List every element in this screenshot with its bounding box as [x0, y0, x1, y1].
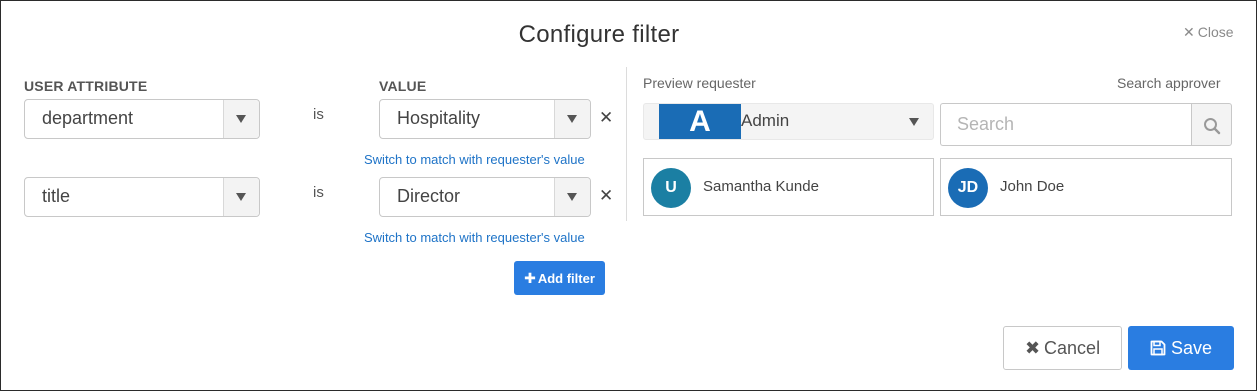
attribute-value-2: title — [42, 186, 71, 206]
search-button[interactable] — [1191, 103, 1232, 146]
dropdown-toggle[interactable] — [223, 100, 259, 138]
search-approver-label: Search approver — [1117, 75, 1221, 91]
approver-avatar: U — [651, 168, 691, 208]
save-label: Save — [1170, 338, 1213, 358]
dropdown-toggle[interactable] — [223, 178, 259, 216]
caret-down-icon — [909, 118, 919, 126]
preview-requester-label: Preview requester — [643, 75, 756, 91]
value-select-1[interactable]: Hospitality — [379, 99, 591, 139]
configure-filter-dialog: Configure filter ✕ Close USER ATTRIBUTE V… — [0, 0, 1257, 391]
plus-icon: ✚ — [524, 270, 536, 286]
search-icon — [1204, 118, 1221, 135]
caret-down-icon — [236, 193, 246, 201]
cancel-button[interactable]: ✖ Cancel — [1003, 326, 1122, 370]
value-header: VALUE — [379, 78, 427, 94]
close-icon: ✖ — [1024, 338, 1041, 358]
remove-filter-1-icon[interactable]: ✕ — [599, 108, 613, 128]
column-divider — [626, 67, 627, 221]
requester-avatar: A — [659, 104, 741, 139]
caret-down-icon — [236, 115, 246, 123]
attribute-value-1: department — [42, 108, 134, 128]
save-icon — [1150, 340, 1166, 356]
close-icon: ✕ — [1183, 24, 1195, 40]
search-approver-input[interactable] — [940, 103, 1192, 146]
remove-filter-2-icon[interactable]: ✕ — [599, 186, 613, 206]
add-filter-button[interactable]: ✚ Add filter — [514, 261, 605, 295]
caret-down-icon — [567, 193, 577, 201]
requester-name: Admin — [741, 111, 790, 130]
requester-select[interactable]: A Admin — [643, 103, 934, 140]
approver-avatar: JD — [948, 168, 988, 208]
close-button[interactable]: ✕ Close — [1183, 24, 1234, 41]
approver-name: Samantha Kunde — [703, 178, 819, 195]
close-label: Close — [1197, 24, 1234, 40]
approver-name: John Doe — [1000, 178, 1065, 195]
dropdown-toggle[interactable] — [554, 178, 590, 216]
dropdown-toggle[interactable] — [554, 100, 590, 138]
cancel-label: Cancel — [1044, 338, 1101, 358]
approver-card[interactable]: JD John Doe — [940, 158, 1232, 216]
operator-label-2: is — [313, 184, 324, 201]
value-value-1: Hospitality — [397, 108, 481, 128]
dialog-title: Configure filter — [518, 21, 680, 48]
value-select-2[interactable]: Director — [379, 177, 591, 217]
operator-label-1: is — [313, 106, 324, 123]
switch-match-link-2[interactable]: Switch to match with requester's value — [364, 230, 585, 245]
attribute-select-2[interactable]: title — [24, 177, 260, 217]
user-attribute-header: USER ATTRIBUTE — [24, 78, 148, 94]
switch-match-link-1[interactable]: Switch to match with requester's value — [364, 152, 585, 167]
caret-down-icon — [567, 115, 577, 123]
add-filter-label: Add filter — [537, 271, 595, 286]
approver-card[interactable]: U Samantha Kunde — [643, 158, 934, 216]
value-value-2: Director — [397, 186, 461, 206]
attribute-select-1[interactable]: department — [24, 99, 260, 139]
save-button[interactable]: Save — [1128, 326, 1234, 370]
